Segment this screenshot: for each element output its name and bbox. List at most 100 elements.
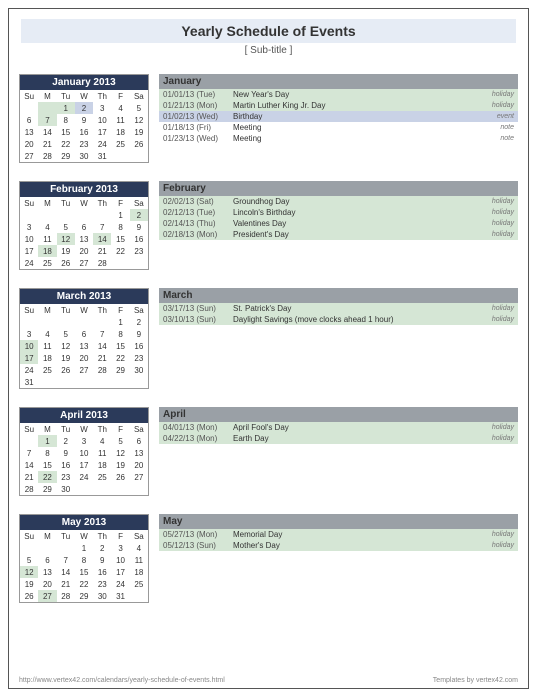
day-cell: 18 bbox=[130, 566, 148, 578]
event-row: 01/02/13 (Wed)Birthdayevent bbox=[159, 111, 518, 122]
dow-cell: F bbox=[111, 304, 129, 316]
day-cell: 10 bbox=[20, 340, 38, 352]
day-cell: 17 bbox=[20, 352, 38, 364]
event-type: note bbox=[474, 135, 514, 142]
day-cell: 11 bbox=[38, 233, 56, 245]
dow-cell: F bbox=[111, 530, 129, 542]
day-cell: 28 bbox=[93, 364, 111, 376]
events-header: March bbox=[159, 288, 518, 303]
day-cell: 15 bbox=[111, 233, 129, 245]
day-cell: 30 bbox=[57, 483, 75, 495]
event-desc: Daylight Savings (move clocks ahead 1 ho… bbox=[233, 315, 474, 324]
mini-calendar-header: April 2013 bbox=[20, 408, 148, 423]
day-cell: 27 bbox=[75, 364, 93, 376]
event-row: 04/01/13 (Mon)April Fool's Dayholiday bbox=[159, 422, 518, 433]
day-cell: 10 bbox=[20, 233, 38, 245]
day-cell bbox=[111, 483, 129, 495]
event-date: 01/02/13 (Wed) bbox=[163, 112, 233, 121]
day-cell: 14 bbox=[20, 459, 38, 471]
day-cell: 12 bbox=[111, 447, 129, 459]
day-cell: 7 bbox=[93, 328, 111, 340]
day-cell: 1 bbox=[38, 435, 56, 447]
footer-credit: Templates by vertex42.com bbox=[433, 677, 518, 684]
day-cell bbox=[57, 376, 75, 388]
day-cell: 26 bbox=[130, 138, 148, 150]
day-cell: 5 bbox=[57, 221, 75, 233]
dow-cell: Su bbox=[20, 304, 38, 316]
day-cell: 31 bbox=[93, 150, 111, 162]
day-cell: 25 bbox=[111, 138, 129, 150]
dow-cell: Sa bbox=[130, 304, 148, 316]
mini-calendar: March 2013SuMTuWThFSa1234567891011121314… bbox=[19, 288, 149, 389]
month-block: March 2013SuMTuWThFSa1234567891011121314… bbox=[19, 288, 518, 389]
mini-calendar-header: February 2013 bbox=[20, 182, 148, 197]
day-cell: 28 bbox=[57, 590, 75, 602]
event-date: 03/10/13 (Sun) bbox=[163, 315, 233, 324]
day-cell: 17 bbox=[111, 566, 129, 578]
day-cell: 25 bbox=[93, 471, 111, 483]
day-cell: 14 bbox=[93, 233, 111, 245]
mini-calendar-header: January 2013 bbox=[20, 75, 148, 90]
day-cell bbox=[20, 102, 38, 114]
mini-calendar: May 2013SuMTuWThFSa123456789101112131415… bbox=[19, 514, 149, 603]
event-row: 02/14/13 (Thu)Valentines Dayholiday bbox=[159, 218, 518, 229]
day-cell: 23 bbox=[75, 138, 93, 150]
event-desc: Memorial Day bbox=[233, 530, 474, 539]
event-row: 01/01/13 (Tue)New Year's Dayholiday bbox=[159, 89, 518, 100]
day-cell: 30 bbox=[130, 364, 148, 376]
day-cell: 26 bbox=[57, 364, 75, 376]
day-cell: 1 bbox=[75, 542, 93, 554]
day-cell: 2 bbox=[93, 542, 111, 554]
day-cell: 15 bbox=[38, 459, 56, 471]
day-cell bbox=[57, 209, 75, 221]
day-cell: 9 bbox=[93, 554, 111, 566]
day-cell: 21 bbox=[93, 245, 111, 257]
day-cell: 24 bbox=[20, 257, 38, 269]
day-cell: 30 bbox=[75, 150, 93, 162]
day-cell: 24 bbox=[93, 138, 111, 150]
day-cell bbox=[130, 590, 148, 602]
event-date: 05/27/13 (Mon) bbox=[163, 530, 233, 539]
footer-link[interactable]: http://www.vertex42.com/calendars/yearly… bbox=[19, 677, 225, 684]
event-type: holiday bbox=[474, 102, 514, 109]
day-cell: 20 bbox=[38, 578, 56, 590]
day-cell bbox=[111, 257, 129, 269]
day-cell: 12 bbox=[57, 340, 75, 352]
dow-cell: Su bbox=[20, 423, 38, 435]
dow-cell: Th bbox=[93, 304, 111, 316]
day-cell: 21 bbox=[93, 352, 111, 364]
event-row: 02/12/13 (Tue)Lincoln's Birthdayholiday bbox=[159, 207, 518, 218]
day-cell: 22 bbox=[111, 245, 129, 257]
event-date: 03/17/13 (Sun) bbox=[163, 304, 233, 313]
event-date: 02/12/13 (Tue) bbox=[163, 208, 233, 217]
dow-cell: W bbox=[75, 423, 93, 435]
event-row: 01/18/13 (Fri)Meetingnote bbox=[159, 122, 518, 133]
day-cell: 25 bbox=[38, 257, 56, 269]
day-cell: 15 bbox=[57, 126, 75, 138]
event-type: holiday bbox=[474, 435, 514, 442]
event-date: 02/02/13 (Sat) bbox=[163, 197, 233, 206]
day-cell: 10 bbox=[111, 554, 129, 566]
event-date: 04/22/13 (Mon) bbox=[163, 434, 233, 443]
event-row: 01/21/13 (Mon)Martin Luther King Jr. Day… bbox=[159, 100, 518, 111]
mini-calendar: January 2013SuMTuWThFSa12345678910111213… bbox=[19, 74, 149, 163]
dow-cell: Th bbox=[93, 423, 111, 435]
event-desc: New Year's Day bbox=[233, 90, 474, 99]
day-cell: 20 bbox=[20, 138, 38, 150]
day-cell: 22 bbox=[75, 578, 93, 590]
dow-cell: W bbox=[75, 197, 93, 209]
day-cell: 20 bbox=[130, 459, 148, 471]
event-desc: St. Patrick's Day bbox=[233, 304, 474, 313]
day-cell: 9 bbox=[130, 328, 148, 340]
dow-cell: Th bbox=[93, 530, 111, 542]
day-cell bbox=[130, 150, 148, 162]
day-cell: 8 bbox=[75, 554, 93, 566]
day-cell: 18 bbox=[38, 352, 56, 364]
mini-calendar: April 2013SuMTuWThFSa1234567891011121314… bbox=[19, 407, 149, 496]
day-cell: 15 bbox=[75, 566, 93, 578]
day-cell: 6 bbox=[130, 435, 148, 447]
dow-cell: Tu bbox=[57, 530, 75, 542]
day-cell: 25 bbox=[130, 578, 148, 590]
day-cell bbox=[111, 150, 129, 162]
day-cell: 23 bbox=[130, 352, 148, 364]
